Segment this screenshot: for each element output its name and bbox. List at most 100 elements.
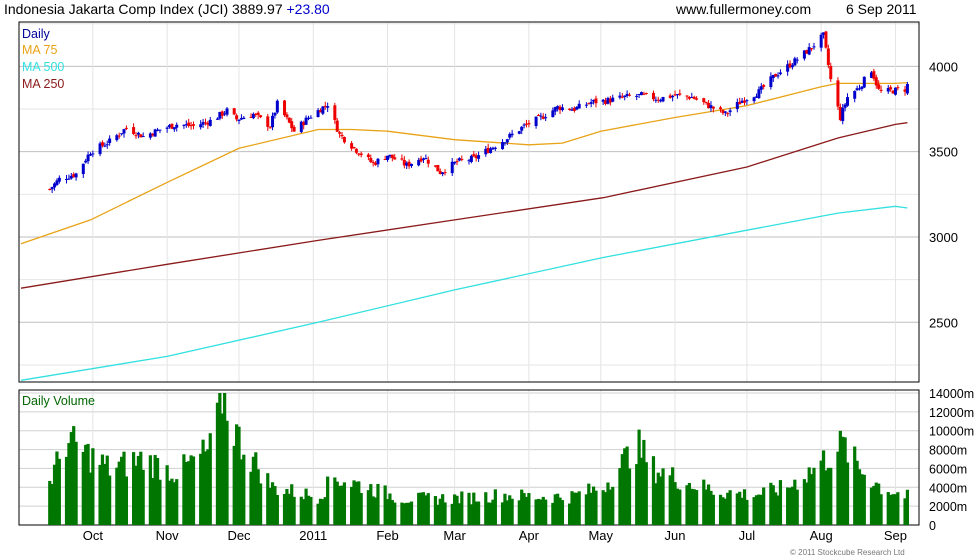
candle-up [671, 96, 675, 98]
volume-bar [376, 483, 380, 525]
candle-down [256, 112, 260, 115]
candle-up [589, 102, 593, 104]
ma75-line [20, 81, 908, 245]
candle-up [321, 106, 325, 114]
volume-bar [493, 489, 497, 525]
candle-up [560, 107, 564, 111]
candle-down [678, 93, 682, 95]
candle-up [386, 155, 390, 160]
volume-bar [560, 500, 565, 525]
candle-up [242, 117, 246, 120]
candle-up [853, 91, 857, 99]
volume-bar [644, 462, 648, 525]
candle-down [191, 124, 195, 126]
candle-up [584, 104, 588, 106]
candle-down [100, 142, 104, 146]
x-tick-label: Jun [665, 528, 686, 543]
candle-down [124, 127, 128, 129]
volume-bar [275, 494, 279, 525]
candle-down [359, 153, 363, 156]
candle-up [105, 144, 109, 146]
volume-bar [905, 489, 910, 525]
candle-up [812, 46, 816, 48]
volume-bar [862, 474, 866, 525]
candle-up [790, 65, 794, 68]
candle-up [728, 110, 732, 113]
x-tick-label: Feb [376, 528, 398, 543]
price-grid [19, 22, 919, 382]
volume-bar [108, 475, 112, 525]
volume-bar [258, 483, 263, 525]
candle-up [793, 58, 797, 66]
candle-down [352, 147, 356, 149]
candle-up [424, 158, 428, 160]
x-tick-label: Sep [884, 528, 907, 543]
candle-down [268, 127, 272, 129]
volume-bar [611, 486, 615, 525]
volume-bar [829, 467, 833, 525]
candle-up [477, 155, 481, 159]
x-tick-label: Nov [156, 528, 180, 543]
candle-down [426, 159, 430, 164]
candle-up [752, 97, 756, 102]
candle-down [340, 134, 344, 137]
candle-up [326, 106, 330, 108]
candle-down [874, 77, 878, 86]
volume-bar [476, 501, 481, 525]
candle-up [450, 161, 454, 174]
price-tick-label: 3500 [929, 145, 958, 160]
candle-down [527, 123, 531, 125]
candle-up [493, 147, 497, 149]
candle-down [702, 98, 706, 103]
chart-date: 6 Sep 2011 [846, 1, 917, 17]
candle-down [443, 172, 447, 174]
price-tick-label: 2500 [929, 315, 958, 330]
candle-up [108, 138, 112, 144]
candle-up [237, 119, 241, 121]
candle-up [175, 124, 179, 128]
candle-up [122, 129, 126, 134]
candle-down [695, 98, 699, 100]
volume-tick-label: 14000m [929, 387, 974, 401]
candle-down [338, 132, 342, 134]
volume-bar [208, 433, 212, 525]
volume-bar [443, 502, 447, 525]
website-link[interactable]: www.fullermoney.com [676, 1, 811, 17]
candle-up [534, 116, 538, 127]
x-tick-label: Jul [739, 528, 756, 543]
candle-down [685, 95, 689, 97]
candle-down [335, 120, 339, 132]
candle-up [225, 108, 229, 115]
candle-up [141, 136, 145, 138]
candle-up [453, 161, 457, 164]
candle-down [704, 101, 708, 103]
candle-down [651, 92, 655, 100]
volume-bar [778, 480, 783, 525]
volume-bar [745, 499, 749, 525]
candle-up [819, 34, 823, 48]
candle-up [376, 158, 380, 165]
candle-up [905, 84, 909, 94]
candle-up [757, 89, 761, 99]
candle-up [522, 124, 526, 126]
volume-bar [510, 498, 514, 525]
volume-bar [460, 491, 464, 525]
candle-down [824, 31, 828, 48]
volume-bar [124, 476, 129, 525]
candle-up [544, 117, 548, 119]
volume-bar [309, 496, 313, 525]
volume-bar [141, 469, 145, 525]
volume-bar [175, 479, 179, 525]
candle-down [726, 113, 730, 115]
volume-bar [711, 494, 715, 525]
candle-down [283, 100, 287, 116]
candle-up [50, 187, 54, 190]
volume-tick-label: 0 [929, 519, 936, 533]
ma250-line [20, 122, 908, 289]
volume-tick-label: 6000m [929, 462, 967, 476]
volume-bar [627, 468, 632, 525]
volume-bar [762, 487, 766, 525]
candle-up [275, 100, 279, 113]
x-tick-label: Apr [519, 528, 540, 543]
volume-bar [694, 490, 699, 525]
